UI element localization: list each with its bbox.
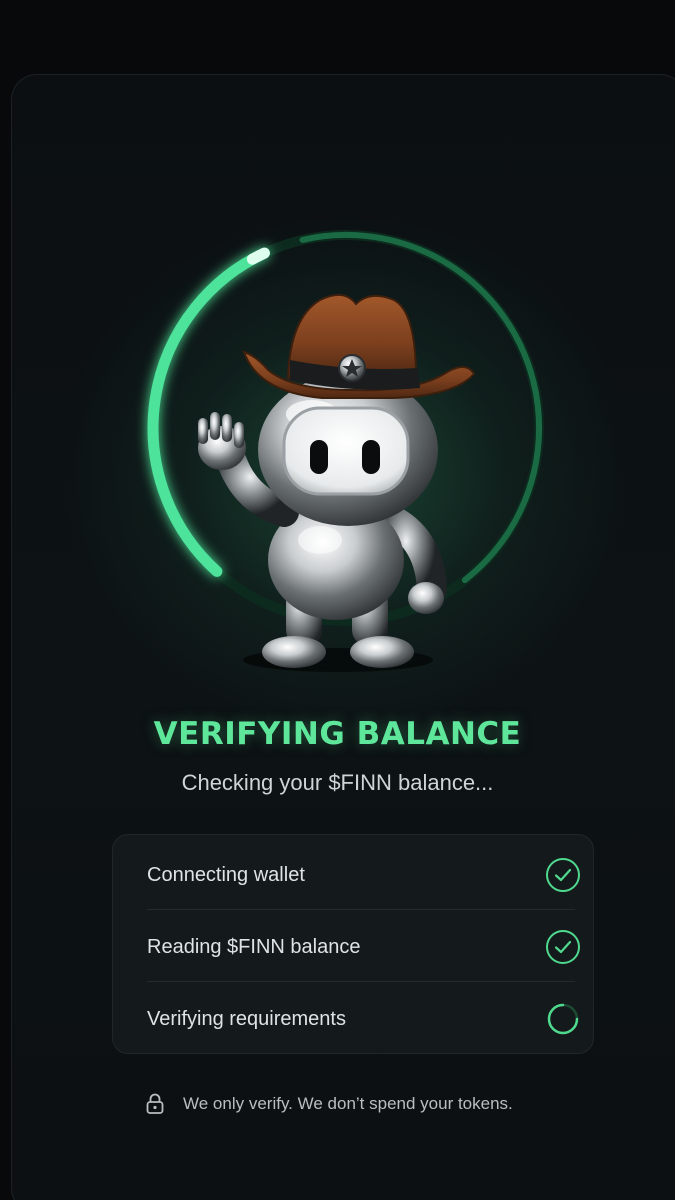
step-divider bbox=[147, 909, 575, 910]
step-label: Verifying requirements bbox=[147, 1007, 346, 1030]
security-note-text: We only verify. We don’t spend your toke… bbox=[183, 1094, 513, 1113]
cowboy-robot-mascot bbox=[198, 293, 476, 672]
step-label: Reading $FINN balance bbox=[147, 935, 361, 958]
progress-ring bbox=[147, 230, 544, 672]
verification-screen: VERIFYING BALANCE Checking your $FINN ba… bbox=[0, 0, 675, 1200]
progress-arc-tip bbox=[246, 247, 270, 265]
verification-steps: Connecting wallet Reading $FINN balance … bbox=[112, 834, 594, 1054]
check-circle-icon bbox=[546, 930, 580, 964]
progress-arc bbox=[147, 247, 270, 577]
step-divider bbox=[147, 981, 575, 982]
security-note: We only verify. We don’t spend your toke… bbox=[146, 1092, 513, 1116]
step-reading-balance: Reading $FINN balance bbox=[147, 911, 580, 983]
page-subtitle: Checking your $FINN balance... bbox=[181, 770, 494, 795]
step-label: Connecting wallet bbox=[147, 863, 305, 886]
spinner-icon bbox=[547, 1003, 579, 1035]
step-connecting-wallet: Connecting wallet bbox=[147, 839, 580, 911]
lock-icon bbox=[146, 1093, 164, 1114]
page-title: VERIFYING BALANCE bbox=[153, 716, 522, 752]
step-verifying-requirements: Verifying requirements bbox=[147, 983, 579, 1055]
check-circle-icon bbox=[546, 858, 580, 892]
hero-section bbox=[0, 0, 675, 700]
